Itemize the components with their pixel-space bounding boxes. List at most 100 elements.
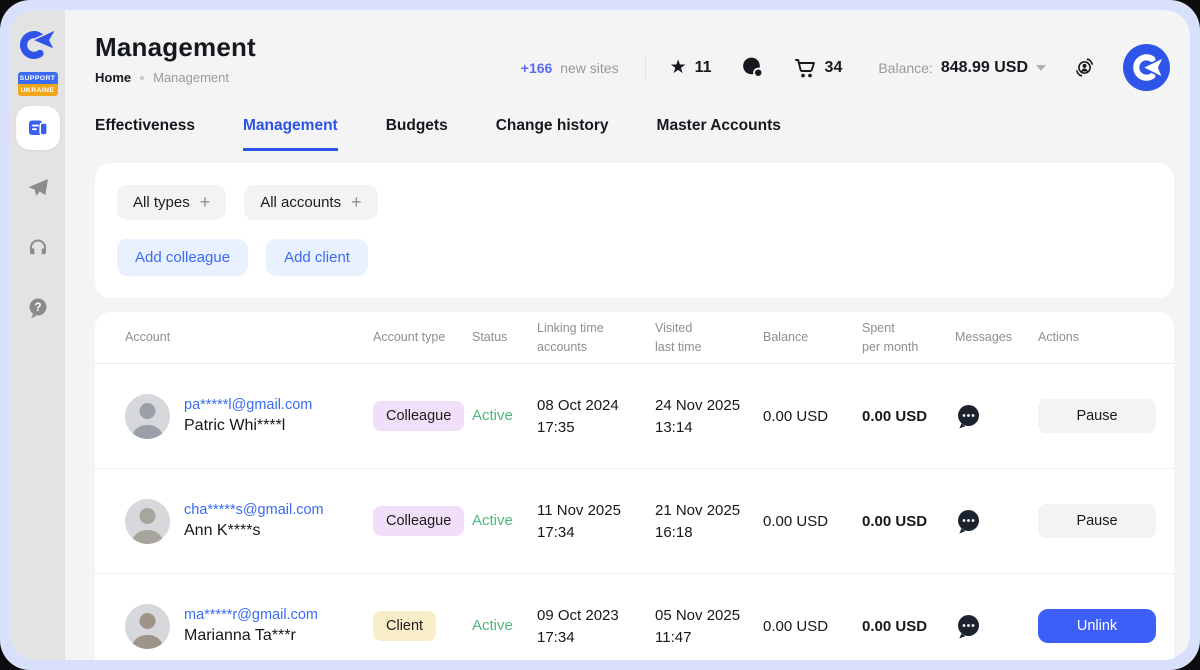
sidebar-item-help[interactable]: ? xyxy=(16,286,60,330)
topbar-right: +166 new sites ★ 11 xyxy=(521,44,1170,91)
star-icon: ★ xyxy=(670,58,687,77)
chat-button[interactable] xyxy=(740,55,765,80)
page-backdrop: SUPPORT UKRAINE xyxy=(0,0,1200,670)
visited-date: 24 Nov 2025 xyxy=(655,397,763,414)
filter-all-types[interactable]: All types + xyxy=(117,185,226,220)
visited-hour: 11:47 xyxy=(655,629,763,646)
main-content: Management Home Management +166 new site… xyxy=(65,10,1190,660)
message-bubble-icon xyxy=(955,403,982,430)
cart-button[interactable]: 34 xyxy=(793,56,843,80)
linking-time-cell: 08 Oct 2024 17:35 xyxy=(537,397,655,436)
col-account: Account xyxy=(125,328,373,346)
new-sites-count: +166 xyxy=(521,60,553,76)
sidebar: SUPPORT UKRAINE xyxy=(10,10,65,660)
account-text: ma*****r@gmail.com Marianna Ta***r xyxy=(184,607,318,645)
support-badge-bottom: UKRAINE xyxy=(18,84,58,96)
sidebar-item-support[interactable] xyxy=(16,226,60,270)
account-cell: ma*****r@gmail.com Marianna Ta***r xyxy=(125,604,373,649)
message-button[interactable] xyxy=(955,403,982,430)
spent-cell: 0.00 USD xyxy=(862,618,955,635)
breadcrumb-current: Management xyxy=(153,70,229,85)
visited-cell: 05 Nov 2025 11:47 xyxy=(655,607,763,646)
favorites-button[interactable]: ★ 11 xyxy=(670,58,712,77)
brand-c-arrow-icon xyxy=(18,26,58,64)
paper-plane-icon xyxy=(26,176,50,200)
visited-hour: 13:14 xyxy=(655,419,763,436)
status-badge: Active xyxy=(472,617,513,634)
chat-bubble-icon xyxy=(740,55,765,80)
tab-change-history[interactable]: Change history xyxy=(496,117,609,151)
tab-management[interactable]: Management xyxy=(243,117,338,151)
topbar-divider xyxy=(645,55,646,81)
balance-cell: 0.00 USD xyxy=(763,618,862,635)
col-visited: Visited last time xyxy=(655,319,763,355)
visited-date: 05 Nov 2025 xyxy=(655,607,763,624)
avatar xyxy=(125,499,170,544)
filter-all-accounts-label: All accounts xyxy=(260,194,341,211)
breadcrumb: Home Management xyxy=(95,70,256,85)
sidebar-item-send[interactable] xyxy=(16,166,60,210)
person-silhouette-icon xyxy=(125,499,170,544)
account-type-badge: Colleague xyxy=(373,506,464,536)
col-account-type: Account type xyxy=(373,328,472,346)
breadcrumb-home-link[interactable]: Home xyxy=(95,70,131,85)
new-sites-label: new sites xyxy=(560,60,618,76)
account-email-link[interactable]: pa*****l@gmail.com xyxy=(184,397,312,413)
plus-icon: + xyxy=(200,192,211,213)
linking-time-cell: 11 Nov 2025 17:34 xyxy=(537,502,655,541)
title-block: Management Home Management xyxy=(95,32,256,85)
message-button[interactable] xyxy=(955,508,982,535)
account-type-badge: Client xyxy=(373,611,436,641)
chevron-down-icon xyxy=(1036,65,1046,71)
window-frame: SUPPORT UKRAINE xyxy=(0,0,1200,670)
row-action-button[interactable]: Pause xyxy=(1038,399,1156,433)
account-name: Ann K****s xyxy=(184,522,324,540)
user-avatar[interactable] xyxy=(1123,44,1170,91)
favorites-count: 11 xyxy=(695,59,712,77)
row-action-button[interactable]: Pause xyxy=(1038,504,1156,538)
add-colleague-button[interactable]: Add colleague xyxy=(117,239,248,276)
account-text: pa*****l@gmail.com Patric Whi****l xyxy=(184,397,312,435)
spent-cell: 0.00 USD xyxy=(862,513,955,530)
visited-date: 21 Nov 2025 xyxy=(655,502,763,519)
col-status: Status xyxy=(472,328,537,346)
status-badge: Active xyxy=(472,407,513,424)
tab-master-accounts[interactable]: Master Accounts xyxy=(657,117,781,151)
account-email-link[interactable]: ma*****r@gmail.com xyxy=(184,607,318,623)
breadcrumb-separator xyxy=(140,76,144,80)
app-window: SUPPORT UKRAINE xyxy=(10,10,1190,660)
row-action-button[interactable]: Unlink xyxy=(1038,609,1156,643)
balance-cell: 0.00 USD xyxy=(763,408,862,425)
sidebar-item-news[interactable] xyxy=(16,106,60,150)
tab-budgets[interactable]: Budgets xyxy=(386,117,448,151)
account-cell: cha*****s@gmail.com Ann K****s xyxy=(125,499,373,544)
table-header-row: Account Account type Status Linking time… xyxy=(95,312,1174,364)
balance-dropdown[interactable]: Balance: 848.99 USD xyxy=(878,59,1046,77)
person-silhouette-icon xyxy=(125,394,170,439)
avatar xyxy=(125,394,170,439)
add-client-button[interactable]: Add client xyxy=(266,239,368,276)
sidebar-nav: ? xyxy=(16,106,60,330)
filter-all-accounts[interactable]: All accounts + xyxy=(244,185,377,220)
table-row: cha*****s@gmail.com Ann K****s Colleague… xyxy=(95,469,1174,574)
table-row: pa*****l@gmail.com Patric Whi****l Colle… xyxy=(95,364,1174,469)
tab-effectiveness[interactable]: Effectiveness xyxy=(95,117,195,151)
linking-hour: 17:34 xyxy=(537,524,655,541)
col-actions: Actions xyxy=(1038,328,1154,346)
headphones-icon xyxy=(26,236,50,260)
table-row: ma*****r@gmail.com Marianna Ta***r Clien… xyxy=(95,574,1174,660)
topbar: Management Home Management +166 new site… xyxy=(65,10,1190,91)
switch-account-button[interactable] xyxy=(1072,55,1097,80)
message-button[interactable] xyxy=(955,613,982,640)
filters-card: All types + All accounts + Add colleague… xyxy=(95,163,1174,298)
question-bubble-icon: ? xyxy=(26,296,50,320)
col-linking-time: Linking time accounts xyxy=(537,319,655,355)
cart-icon xyxy=(793,56,817,80)
account-email-link[interactable]: cha*****s@gmail.com xyxy=(184,502,324,518)
new-sites-link[interactable]: +166 new sites xyxy=(521,60,619,76)
switch-account-icon xyxy=(1072,55,1097,80)
avatar xyxy=(125,604,170,649)
spent-cell: 0.00 USD xyxy=(862,408,955,425)
tab-bar: Effectiveness Management Budgets Change … xyxy=(65,117,1190,151)
app-logo[interactable] xyxy=(18,26,58,64)
